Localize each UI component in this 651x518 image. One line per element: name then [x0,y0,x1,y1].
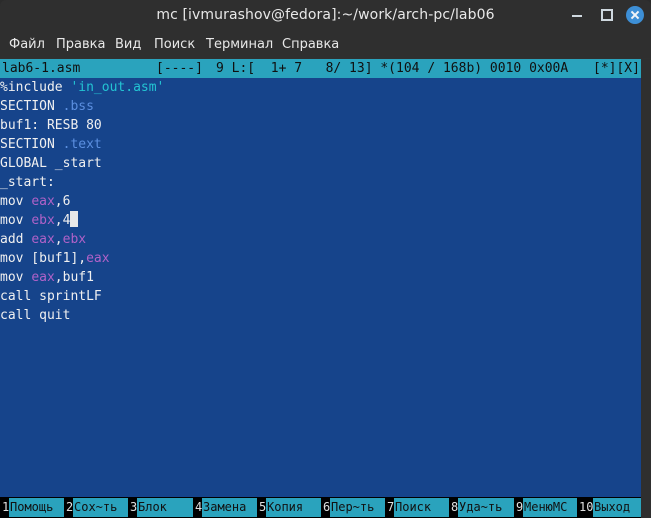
fkey-label: Поиск [394,498,449,517]
menu-help[interactable]: Справка [282,37,339,52]
code-line[interactable]: mov eax,6 [0,192,164,211]
fkey-label: Пер~ть [330,498,385,517]
code-token: %include [0,80,71,95]
code-token: SECTION [0,137,63,152]
code-line[interactable]: SECTION .bss [0,97,164,116]
status-filename: lab6-1.asm [2,61,81,76]
code-token-reg: eax [31,232,55,247]
fkey-label: Выход [593,498,641,517]
code-line[interactable]: SECTION .text [0,135,164,154]
code-content[interactable]: %include 'in_out.asm' SECTION .bss buf1: R… [0,78,164,325]
code-token: buf1: RESB 80 [0,118,102,133]
code-token-reg: ebx [62,232,87,247]
code-token: call quit [0,308,71,323]
code-line[interactable]: mov ebx,4 [0,211,164,230]
code-token: mov [buf1], [0,251,87,266]
fkey-label: Замена [202,498,257,517]
terminal-window: mc [ivmurashov@fedora]:~/work/arch-pc/la… [0,0,651,518]
code-token: add [0,232,32,247]
text-cursor [70,211,79,227]
status-position: 9 L:[ 1+ 7 8/ 13] *(104 / 168b) 0010 0x0… [216,61,569,76]
code-token: call sprintLF [0,289,102,304]
code-line[interactable]: call quit [0,306,164,325]
minimize-icon[interactable] [568,6,586,24]
editor-status-bar: lab6-1.asm [----] 9 L:[ 1+ 7 8/ 13] *(10… [0,59,641,78]
code-token-str: 'in_out.asm' [70,80,165,95]
menu-file[interactable]: Файл [9,37,45,52]
status-flags: [----] [156,61,203,76]
code-line[interactable]: %include 'in_out.asm' [0,78,164,97]
code-token: _start: [0,175,55,190]
code-line[interactable]: add eax,ebx [0,230,164,249]
fkey-5[interactable]: 5 Копия [257,497,321,518]
code-token: mov [0,194,32,209]
window-title: mc [ivmurashov@fedora]:~/work/arch-pc/la… [156,7,495,23]
code-line[interactable]: mov eax,buf1 [0,268,164,287]
menu-bar: Файл Правка Вид Поиск Терминал Справка [0,30,651,58]
fkey-1[interactable]: 1 Помощь [0,497,64,518]
fkey-number: 10 [579,500,594,514]
fkey-10[interactable]: 10 Выход [577,497,641,518]
code-token: ,4 [54,213,71,228]
code-token: , [54,232,63,247]
menu-search[interactable]: Поиск [154,37,195,52]
fkey-label: Сох~ть [73,498,128,517]
code-line[interactable]: mov [buf1],eax [0,249,164,268]
scrollbar[interactable] [641,59,651,518]
fkey-label: Помощь [9,498,64,517]
code-line[interactable]: buf1: RESB 80 [0,116,164,135]
fkey-4[interactable]: 4 Замена [193,497,257,518]
fkey-3[interactable]: 3 Блок [128,497,193,518]
fkey-label: Уда~ть [458,498,514,517]
code-token-reg: ebx [31,213,55,228]
title-bar[interactable]: mc [ivmurashov@fedora]:~/work/arch-pc/la… [0,0,651,30]
code-token: ,6 [54,194,71,209]
code-token: GLOBAL _start [0,156,102,171]
code-token: mov [0,213,32,228]
function-key-bar: 1 Помощь 2 Сох~ть 3 Блок 4 Замена 5 Копия 6 Пер~ть 7… [0,497,641,518]
status-controls[interactable]: [*][X] [593,59,640,78]
code-token-reg: eax [31,194,55,209]
fkey-6[interactable]: 6 Пер~ть [321,497,385,518]
menu-view[interactable]: Вид [115,37,141,52]
maximize-icon[interactable] [598,6,616,24]
editor-area[interactable]: lab6-1.asm [----] 9 L:[ 1+ 7 8/ 13] *(10… [0,59,641,518]
fkey-2[interactable]: 2 Сох~ть [64,497,128,518]
fkey-label: Блок [137,498,193,517]
fkey-9[interactable]: 9 МенюMC [514,497,577,518]
fkey-7[interactable]: 7 Поиск [385,497,449,518]
fkey-label: Копия [266,498,321,517]
code-token-reg: eax [86,251,110,266]
code-line[interactable]: GLOBAL _start [0,154,164,173]
code-token: SECTION [0,99,63,114]
code-line[interactable]: call sprintLF [0,287,164,306]
menu-terminal[interactable]: Терминал [206,37,273,52]
menu-edit[interactable]: Правка [56,37,105,52]
close-icon[interactable] [626,6,644,24]
code-token-reg: eax [31,270,55,285]
code-token: ,buf1 [54,270,94,285]
fkey-8[interactable]: 8 Уда~ть [449,497,514,518]
fkey-label: МенюMC [523,498,577,517]
code-token-sec: .text [62,137,102,152]
code-token: mov [0,270,32,285]
code-line[interactable]: _start: [0,173,164,192]
code-token-sec: .bss [62,99,94,114]
